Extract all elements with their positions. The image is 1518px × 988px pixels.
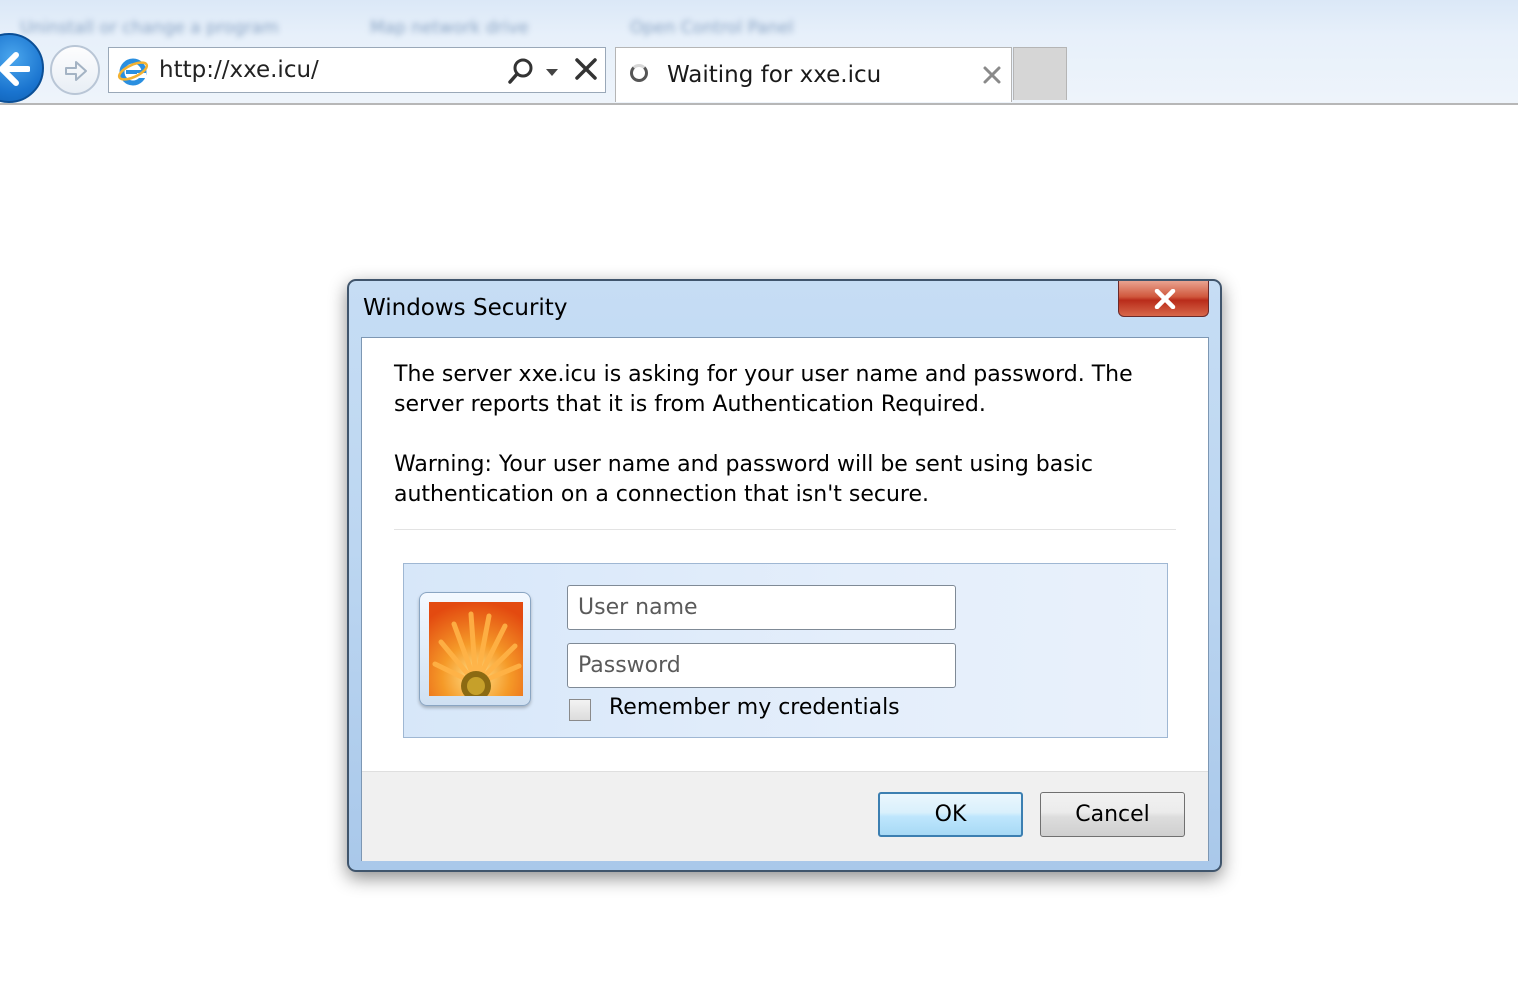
cancel-button[interactable]: Cancel xyxy=(1040,792,1185,837)
username-input[interactable] xyxy=(567,585,956,630)
tab-title: Waiting for xxe.icu xyxy=(667,62,882,88)
security-warning: Warning: Your user name and password wil… xyxy=(394,452,1093,507)
favorite-link[interactable]: Uninstall or change a program xyxy=(20,18,279,38)
internet-explorer-icon xyxy=(117,58,149,86)
remember-credentials-label[interactable]: Remember my credentials xyxy=(609,695,900,720)
dialog-close-button[interactable] xyxy=(1118,281,1209,317)
new-tab-button[interactable] xyxy=(1013,47,1067,100)
user-flower-icon xyxy=(429,602,523,696)
stop-icon[interactable] xyxy=(573,56,599,82)
close-icon xyxy=(1154,289,1176,309)
address-text[interactable]: http://xxe.icu/ xyxy=(159,57,319,83)
remember-credentials-checkbox[interactable] xyxy=(569,699,591,721)
ok-button[interactable]: OK xyxy=(878,792,1023,837)
divider xyxy=(394,529,1176,530)
back-arrow-icon xyxy=(0,52,30,86)
address-bar[interactable]: http://xxe.icu/ xyxy=(108,47,606,93)
auth-message: The server xxe.icu is asking for your us… xyxy=(394,362,1133,417)
windows-security-dialog: Windows Security The server xxe.icu is a… xyxy=(347,279,1222,872)
favorite-link[interactable]: Map network drive xyxy=(370,18,529,38)
dialog-title: Windows Security xyxy=(363,295,568,321)
password-input[interactable] xyxy=(567,643,956,688)
chevron-down-icon[interactable] xyxy=(545,68,559,78)
forward-button[interactable] xyxy=(50,45,100,95)
avatar xyxy=(419,592,531,706)
loading-spinner-icon xyxy=(630,64,648,82)
search-icon[interactable] xyxy=(507,57,535,85)
browser-toolbar: Uninstall or change a program Map networ… xyxy=(0,0,1518,105)
favorites-bar: Uninstall or change a program Map networ… xyxy=(0,0,1518,46)
close-tab-icon[interactable] xyxy=(982,65,1002,85)
browser-tab[interactable]: Waiting for xxe.icu xyxy=(615,47,1012,102)
favorite-link[interactable]: Open Control Panel xyxy=(630,18,794,38)
dialog-message: The server xxe.icu is asking for your us… xyxy=(394,360,1174,510)
button-bar: OK Cancel xyxy=(362,771,1208,861)
forward-arrow-icon xyxy=(65,61,87,81)
credential-tile: Remember my credentials xyxy=(403,563,1168,738)
dialog-body: The server xxe.icu is asking for your us… xyxy=(361,337,1209,861)
